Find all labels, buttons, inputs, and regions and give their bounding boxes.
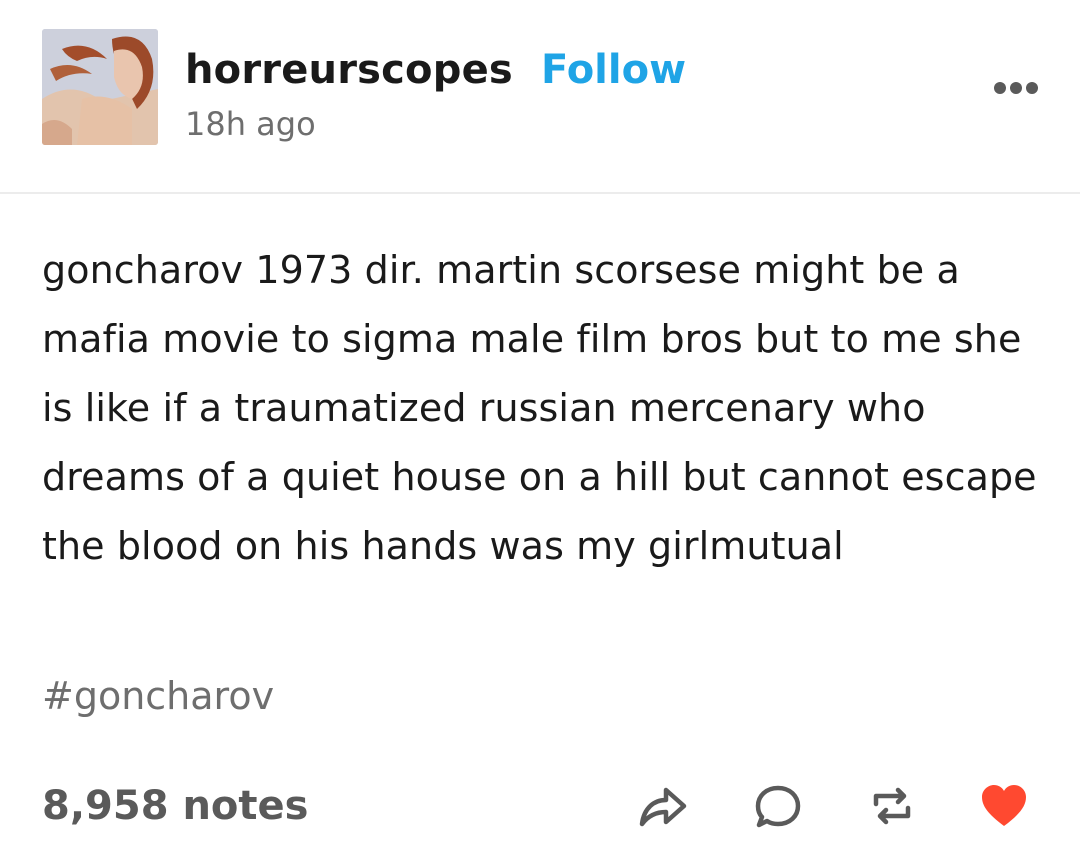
speech-bubble-icon[interactable] (752, 780, 804, 832)
header-divider (0, 192, 1080, 194)
share-arrow-icon[interactable] (636, 780, 688, 832)
more-horizontal-icon[interactable] (993, 78, 1039, 98)
follow-button[interactable]: Follow (541, 42, 686, 98)
post-body: goncharov 1973 dir. martin scorsese migh… (42, 248, 1037, 568)
avatar[interactable] (42, 29, 158, 145)
post-timestamp: 18h ago (185, 105, 316, 143)
username[interactable]: horreurscopes (185, 42, 513, 98)
post-header: horreurscopes Follow 18h ago (0, 0, 1080, 192)
post-tag[interactable]: #goncharov (42, 668, 274, 724)
reblog-icon[interactable] (866, 780, 918, 832)
notes-count[interactable]: 8,958 notes (42, 778, 308, 834)
heart-icon[interactable] (978, 780, 1030, 832)
